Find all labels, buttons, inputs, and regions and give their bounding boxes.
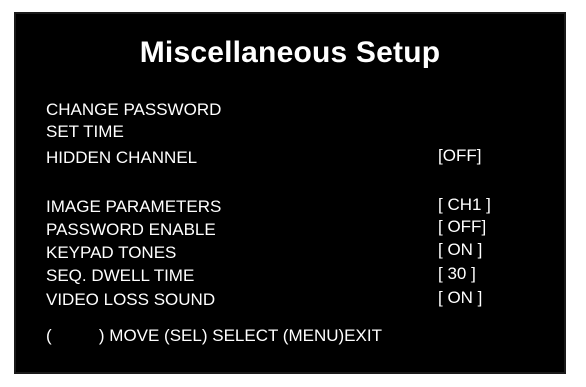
hidden-channel-value: [OFF] bbox=[438, 146, 482, 165]
menu-item-seq-dwell-time[interactable]: SEQ. DWELL TIME bbox=[46, 266, 194, 286]
menu-item-password-enable[interactable]: PASSWORD ENABLE bbox=[46, 220, 216, 240]
osd-screen: Miscellaneous Setup CHANGE PASSWORD SET … bbox=[14, 12, 566, 374]
video-loss-sound-value: [ ON ] bbox=[438, 288, 483, 307]
image-parameters-value: [ CH1 ] bbox=[438, 195, 491, 214]
seq-dwell-time-value: [ 30 ] bbox=[438, 264, 476, 283]
menu-item-change-password[interactable]: CHANGE PASSWORD bbox=[46, 100, 221, 120]
footer-instructions: ( ) MOVE (SEL) SELECT (MENU)EXIT bbox=[46, 326, 382, 345]
menu-item-video-loss-sound[interactable]: VIDEO LOSS SOUND bbox=[46, 290, 215, 310]
keypad-tones-value: [ ON ] bbox=[438, 240, 483, 259]
menu-item-keypad-tones[interactable]: KEYPAD TONES bbox=[46, 243, 176, 263]
menu-item-hidden-channel[interactable]: HIDDEN CHANNEL bbox=[46, 148, 197, 168]
menu-title: Miscellaneous Setup bbox=[139, 36, 441, 69]
menu-item-image-parameters[interactable]: IMAGE PARAMETERS bbox=[46, 197, 221, 217]
menu-item-set-time[interactable]: SET TIME bbox=[46, 122, 124, 142]
password-enable-value: [ OFF] bbox=[438, 217, 487, 236]
